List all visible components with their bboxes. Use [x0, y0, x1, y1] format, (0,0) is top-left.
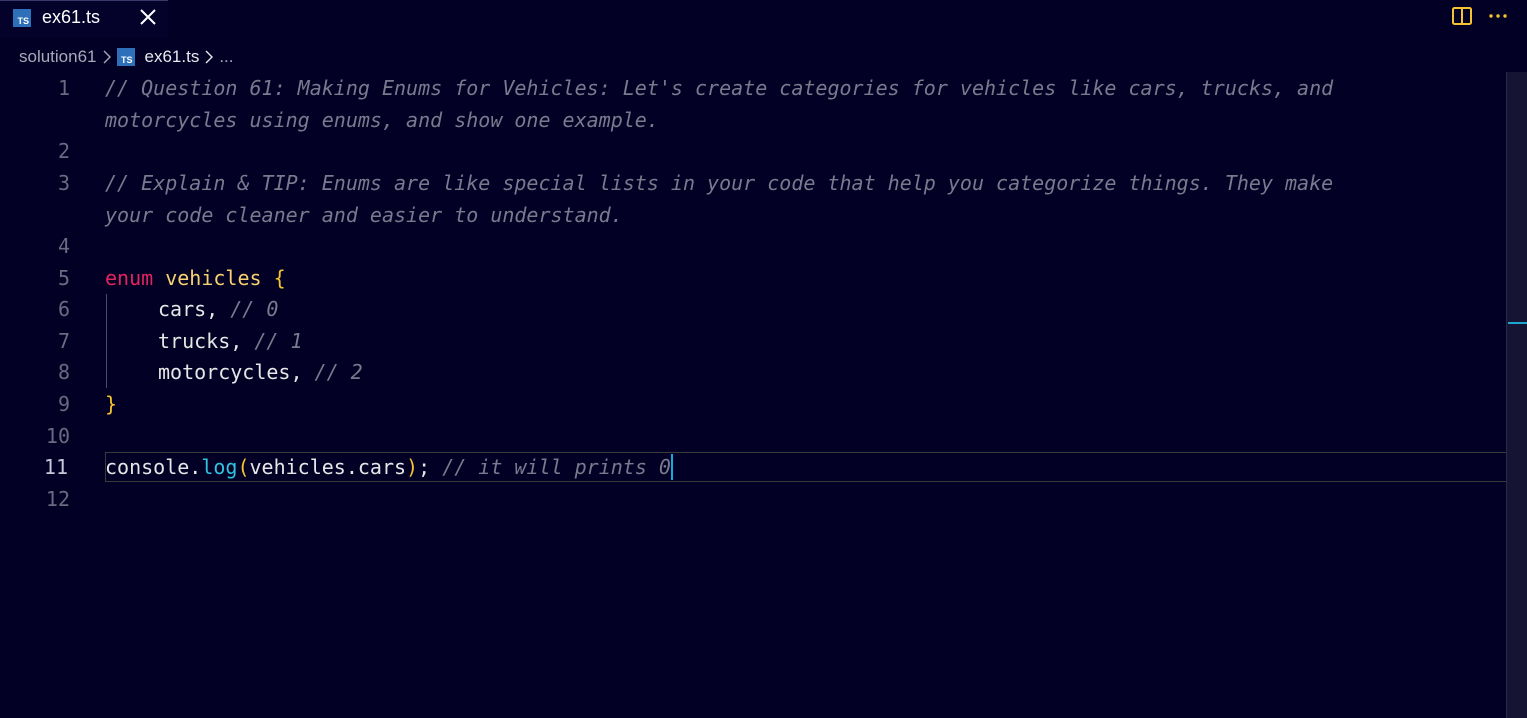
scrollbar-cursor-marker [1508, 322, 1527, 324]
code-line-enum-member: trucks, // 1 [158, 325, 303, 357]
more-actions-icon[interactable] [1487, 5, 1509, 27]
close-brace: } [105, 392, 118, 416]
line-number-active: 11 [43, 455, 68, 479]
line-number: 4 [57, 234, 70, 258]
log-function: log [201, 455, 238, 479]
enum-member: cars, [158, 297, 219, 321]
code-line-comment: // Question 61: Making Enums for Vehicle… [105, 76, 1334, 100]
code-line-comment: your code cleaner and easier to understa… [105, 203, 623, 227]
open-brace: { [273, 266, 286, 290]
chevron-right-icon [103, 50, 111, 64]
line-number: 12 [45, 487, 70, 511]
enum-member: trucks, [158, 329, 243, 353]
line-number: 8 [57, 360, 70, 384]
semicolon: ; [418, 455, 431, 479]
indent-guide [106, 294, 107, 388]
ts-file-icon: TS [116, 48, 135, 66]
line-number: 6 [57, 297, 70, 321]
editor-actions [1451, 5, 1509, 27]
split-editor-icon[interactable] [1451, 5, 1473, 27]
breadcrumb-file-label: ex61.ts [144, 47, 200, 66]
chevron-right-icon [205, 50, 214, 64]
tab-label: ex61.ts [42, 7, 101, 27]
code-editor[interactable]: 1 2 3 4 5 6 7 8 9 10 11 12 // Question 6… [0, 72, 1525, 718]
console-object: console. [105, 455, 202, 479]
tab-bar: TS ex61.ts [0, 0, 1527, 38]
open-paren: ( [237, 455, 250, 479]
code-line-comment: motorcycles using enums, and show one ex… [105, 108, 659, 132]
tab-ex61-ts[interactable]: TS ex61.ts [0, 0, 168, 38]
enum-name: vehicles [165, 266, 262, 290]
code-line-enum-declaration: enum vehicles { [105, 262, 286, 294]
code-line-enum-member: cars, // 0 [158, 293, 278, 325]
line-number: 5 [57, 266, 70, 290]
ts-file-icon: TS [13, 9, 31, 27]
breadcrumb-more[interactable]: ... [219, 47, 233, 67]
code-line-comment: // Explain & TIP: Enums are like special… [105, 171, 1334, 195]
close-icon[interactable] [138, 7, 158, 27]
close-paren: ) [406, 455, 419, 479]
line-number: 7 [57, 329, 70, 353]
editor-window: TS ex61.ts solution61 TS ex61.ts ... 1 2… [0, 0, 1527, 718]
log-argument: vehicles.cars [249, 455, 407, 479]
line-number: 9 [57, 392, 70, 416]
line-number: 1 [57, 76, 70, 100]
enum-member: motorcycles, [158, 360, 303, 384]
breadcrumb: solution61 TS ex61.ts ... [19, 45, 234, 69]
inline-comment: // 2 [314, 360, 363, 384]
code-line-enum-member: motorcycles, // 2 [158, 356, 363, 388]
keyword-enum: enum [105, 266, 154, 290]
breadcrumb-file[interactable]: TS ex61.ts [116, 47, 200, 67]
line-number: 10 [45, 424, 70, 448]
code-line-console-log: console.log(vehicles.cars); // it will p… [105, 451, 673, 483]
inline-comment: // 0 [230, 297, 279, 321]
vertical-scrollbar[interactable] [1506, 72, 1527, 718]
inline-comment: // it will prints 0 [442, 455, 671, 479]
inline-comment: // 1 [254, 329, 303, 353]
line-number: 2 [57, 139, 70, 163]
breadcrumb-folder[interactable]: solution61 [19, 47, 97, 67]
text-cursor [670, 454, 673, 480]
line-number: 3 [57, 171, 70, 195]
